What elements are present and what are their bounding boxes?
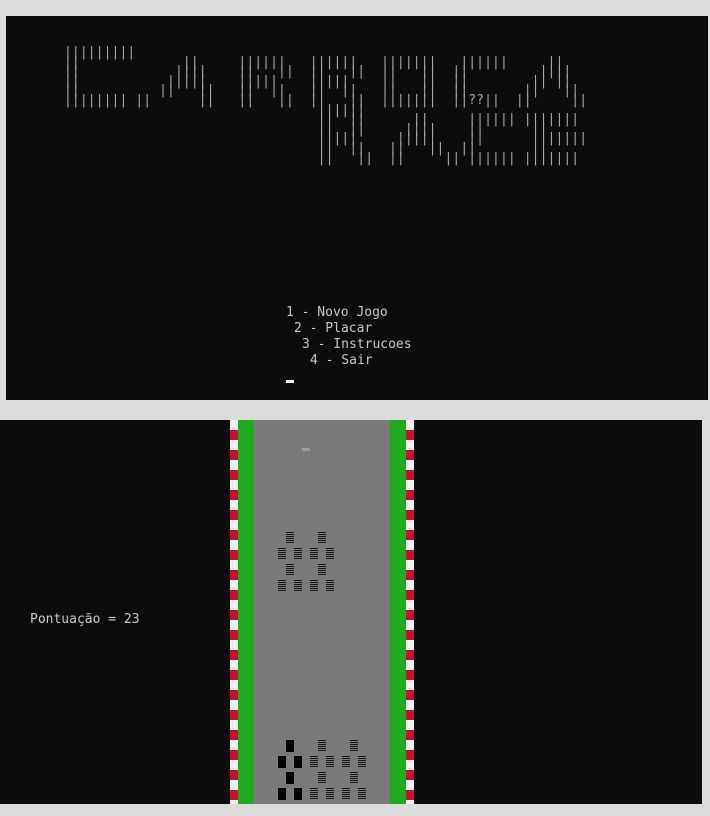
left-grass	[238, 420, 254, 804]
menu-console-window: ||||||||| || || |||||| |||||| ||||||| ||…	[6, 16, 708, 400]
text-cursor	[286, 380, 294, 383]
left-curb	[230, 420, 238, 804]
opponent-car	[278, 532, 334, 596]
right-curb	[406, 420, 414, 804]
menu-option-new-game[interactable]: 1 - Novo Jogo	[286, 305, 388, 321]
game-title-ascii-art: ||||||||| || || |||||| |||||| ||||||| ||…	[64, 45, 588, 166]
menu-option-scoreboard[interactable]: 2 - Placar	[294, 321, 372, 337]
menu-option-exit[interactable]: 4 - Sair	[310, 353, 373, 369]
score-label: Pontuação = 23	[30, 612, 140, 627]
game-console-window: Pontuação = 23	[0, 420, 702, 804]
right-grass	[390, 420, 406, 804]
track-debris	[302, 448, 310, 451]
menu-option-instructions[interactable]: 3 - Instrucoes	[302, 337, 412, 353]
player-car	[278, 740, 366, 804]
